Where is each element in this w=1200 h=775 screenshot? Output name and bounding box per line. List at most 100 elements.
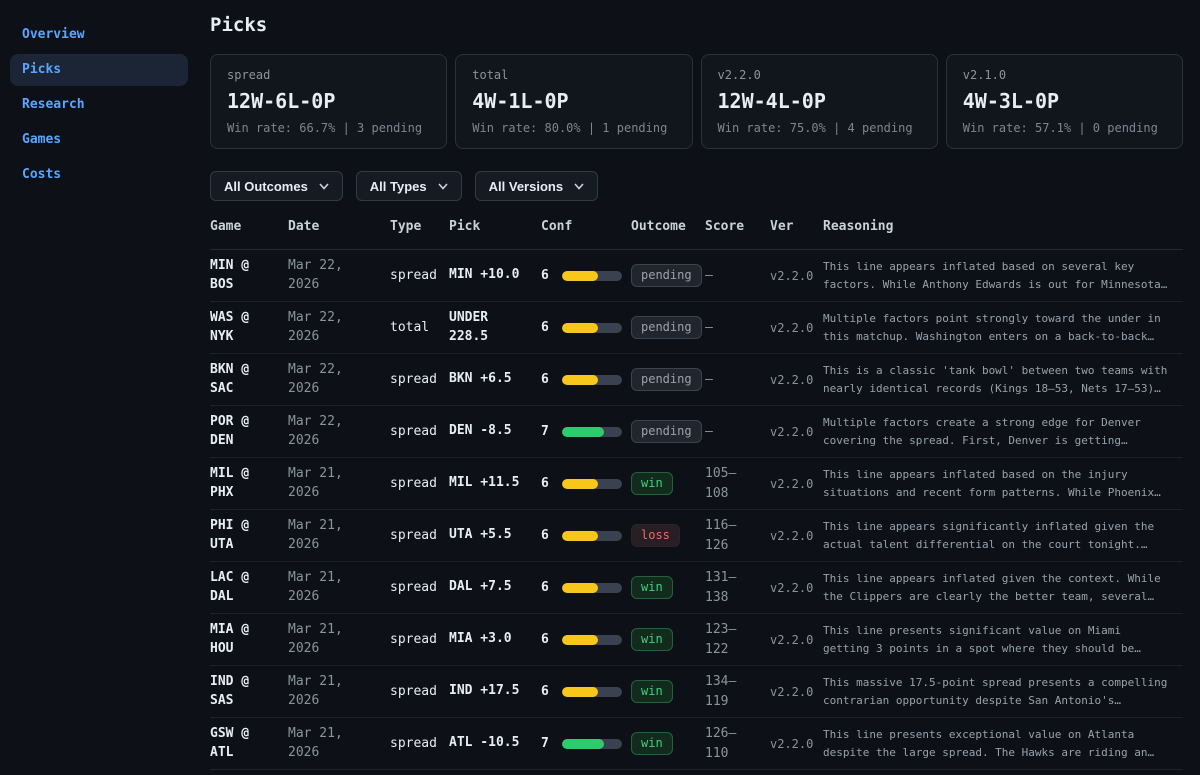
- date-cell: Mar 21, 2026: [288, 465, 390, 503]
- stat-card-v2-2-0: v2.2.0 12W-4L-0P Win rate: 75.0% | 4 pen…: [701, 54, 938, 149]
- confidence-cell: 6: [541, 476, 631, 491]
- stat-card-label: v2.2.0: [718, 68, 921, 82]
- outcome-badge: win: [631, 472, 673, 495]
- stat-card-record: 4W-1L-0P: [472, 89, 675, 113]
- version-cell: v2.2.0: [770, 581, 823, 595]
- stat-cards: spread 12W-6L-0P Win rate: 66.7% | 3 pen…: [210, 54, 1183, 149]
- reasoning-cell: Multiple factors create a strong edge fo…: [823, 414, 1171, 449]
- page-title: Picks: [210, 14, 1183, 36]
- reasoning-cell: This line presents significant value on …: [823, 622, 1171, 657]
- reasoning-cell: This line appears inflated given the con…: [823, 570, 1171, 605]
- type-cell: spread: [390, 476, 449, 491]
- table-row[interactable]: PHI @ UTA Mar 21, 2026 spread UTA +5.5 6…: [210, 510, 1183, 562]
- outcome-badge: win: [631, 628, 673, 651]
- game-cell: BKN @ SAC: [210, 361, 288, 399]
- type-cell: spread: [390, 736, 449, 751]
- date-cell: Mar 21, 2026: [288, 673, 390, 711]
- column-header-outcome: Outcome: [631, 217, 705, 234]
- reasoning-cell: This line appears inflated based on seve…: [823, 258, 1171, 293]
- score-cell: –: [705, 318, 770, 338]
- type-cell: spread: [390, 372, 449, 387]
- sidebar-item-costs[interactable]: Costs: [10, 159, 188, 191]
- version-cell: v2.2.0: [770, 321, 823, 335]
- version-cell: v2.2.0: [770, 633, 823, 647]
- score-cell: 126– 110: [705, 724, 770, 763]
- date-cell: Mar 21, 2026: [288, 621, 390, 659]
- sidebar: Overview Picks Research Games Costs: [0, 0, 198, 775]
- pick-cell: MIA +3.0: [449, 630, 541, 649]
- outcome-cell: pending: [631, 368, 705, 391]
- type-cell: spread: [390, 684, 449, 699]
- column-header-conf: Conf: [541, 217, 631, 234]
- score-cell: 105– 108: [705, 464, 770, 503]
- game-cell: POR @ DEN: [210, 413, 288, 451]
- outcome-cell: win: [631, 732, 705, 755]
- outcome-cell: pending: [631, 420, 705, 443]
- pick-cell: IND +17.5: [449, 682, 541, 701]
- game-cell: WAS @ NYK: [210, 309, 288, 347]
- types-filter-dropdown[interactable]: All Types: [356, 171, 462, 201]
- confidence-value: 6: [541, 528, 562, 543]
- outcome-badge: loss: [631, 524, 680, 547]
- date-cell: Mar 22, 2026: [288, 309, 390, 347]
- confidence-value: 6: [541, 268, 562, 283]
- version-cell: v2.2.0: [770, 737, 823, 751]
- outcome-cell: win: [631, 680, 705, 703]
- outcome-badge: win: [631, 732, 673, 755]
- stat-card-detail: Win rate: 75.0% | 4 pending: [718, 121, 921, 135]
- pick-cell: UNDER 228.5: [449, 309, 541, 347]
- reasoning-cell: This is a classic 'tank bowl' between tw…: [823, 362, 1171, 397]
- confidence-value: 6: [541, 372, 562, 387]
- score-cell: 134– 119: [705, 672, 770, 711]
- version-cell: v2.2.0: [770, 685, 823, 699]
- score-cell: –: [705, 266, 770, 286]
- outcome-badge: win: [631, 576, 673, 599]
- confidence-bar: [562, 271, 622, 281]
- score-cell: 131– 138: [705, 568, 770, 607]
- confidence-value: 7: [541, 424, 562, 439]
- table-row[interactable]: BKN @ SAC Mar 22, 2026 spread BKN +6.5 6…: [210, 354, 1183, 406]
- outcomes-filter-label: All Outcomes: [224, 179, 308, 194]
- score-cell: –: [705, 422, 770, 442]
- sidebar-item-games[interactable]: Games: [10, 124, 188, 156]
- table-row[interactable]: GSW @ ATL Mar 21, 2026 spread ATL -10.5 …: [210, 718, 1183, 770]
- versions-filter-dropdown[interactable]: All Versions: [475, 171, 598, 201]
- outcome-badge: pending: [631, 420, 702, 443]
- sidebar-item-research[interactable]: Research: [10, 89, 188, 121]
- confidence-bar: [562, 479, 622, 489]
- stat-card-spread: spread 12W-6L-0P Win rate: 66.7% | 3 pen…: [210, 54, 447, 149]
- table-header-row: Game Date Type Pick Conf Outcome Score V…: [210, 217, 1183, 250]
- confidence-cell: 6: [541, 268, 631, 283]
- game-cell: LAC @ DAL: [210, 569, 288, 607]
- version-cell: v2.2.0: [770, 425, 823, 439]
- outcome-cell: win: [631, 628, 705, 651]
- confidence-value: 7: [541, 736, 562, 751]
- table-row[interactable]: WAS @ NYK Mar 22, 2026 total UNDER 228.5…: [210, 302, 1183, 354]
- game-cell: IND @ SAS: [210, 673, 288, 711]
- confidence-cell: 6: [541, 684, 631, 699]
- table-row[interactable]: MIA @ HOU Mar 21, 2026 spread MIA +3.0 6…: [210, 614, 1183, 666]
- versions-filter-label: All Versions: [489, 179, 563, 194]
- table-row[interactable]: MIN @ BOS Mar 22, 2026 spread MIN +10.0 …: [210, 250, 1183, 302]
- version-cell: v2.2.0: [770, 373, 823, 387]
- type-cell: spread: [390, 580, 449, 595]
- column-header-score: Score: [705, 217, 770, 234]
- score-cell: 116– 126: [705, 516, 770, 555]
- sidebar-item-overview[interactable]: Overview: [10, 19, 188, 51]
- outcome-badge: pending: [631, 264, 702, 287]
- outcomes-filter-dropdown[interactable]: All Outcomes: [210, 171, 343, 201]
- sidebar-item-picks[interactable]: Picks: [10, 54, 188, 86]
- table-row[interactable]: LAC @ DAL Mar 21, 2026 spread DAL +7.5 6…: [210, 562, 1183, 614]
- game-cell: MIL @ PHX: [210, 465, 288, 503]
- table-row[interactable]: MIL @ PHX Mar 21, 2026 spread MIL +11.5 …: [210, 458, 1183, 510]
- stat-card-label: total: [472, 68, 675, 82]
- chevron-down-icon: [319, 183, 329, 190]
- date-cell: Mar 21, 2026: [288, 725, 390, 763]
- confidence-bar: [562, 687, 622, 697]
- date-cell: Mar 21, 2026: [288, 517, 390, 555]
- game-cell: PHI @ UTA: [210, 517, 288, 555]
- table-row[interactable]: POR @ DEN Mar 22, 2026 spread DEN -8.5 7…: [210, 406, 1183, 458]
- table-row[interactable]: IND @ SAS Mar 21, 2026 spread IND +17.5 …: [210, 666, 1183, 718]
- column-header-pick: Pick: [449, 217, 541, 234]
- reasoning-cell: This line appears significantly inflated…: [823, 518, 1171, 553]
